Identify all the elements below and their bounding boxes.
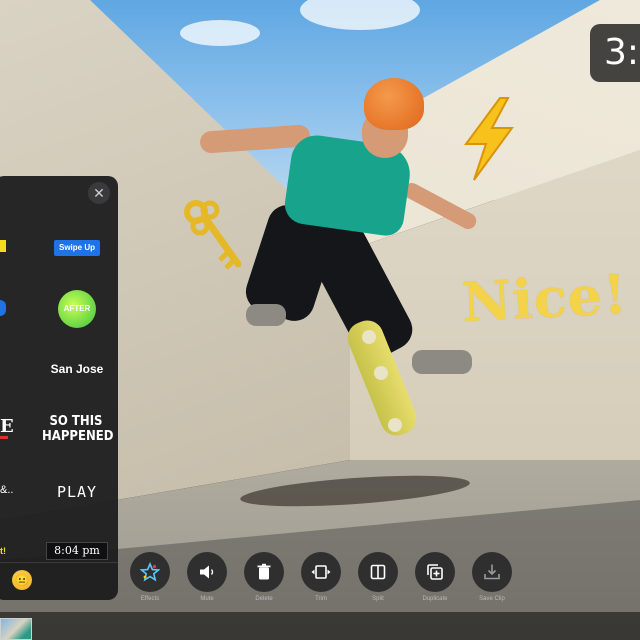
- sticker-item[interactable]: &..: [0, 484, 16, 496]
- sticker-line: HAPPENED: [42, 429, 114, 444]
- clip-thumbnail[interactable]: [0, 618, 32, 640]
- trim-button[interactable]: [301, 552, 341, 592]
- effects-button[interactable]: [130, 552, 170, 592]
- timeline-strip: [0, 612, 640, 640]
- swipe-up-sticker[interactable]: Swipe Up: [54, 240, 100, 256]
- download-icon: [484, 564, 500, 580]
- split-icon: [370, 564, 386, 580]
- cloud: [180, 20, 260, 46]
- emoji-tab-icon[interactable]: 😐: [12, 570, 32, 590]
- sticker-item[interactable]: t!: [0, 546, 10, 556]
- play-sticker[interactable]: PLAY: [52, 483, 102, 501]
- skateboard-wheel: [362, 330, 376, 344]
- duplicate-button[interactable]: [415, 552, 455, 592]
- nice-text-sticker[interactable]: Nice!: [460, 262, 633, 341]
- close-icon[interactable]: ✕: [88, 182, 110, 204]
- save-clip-label: Save Clip: [479, 596, 505, 602]
- split-label: Split: [372, 596, 384, 602]
- skateboard-wheel: [388, 418, 402, 432]
- after-sticker[interactable]: AFTER: [58, 290, 96, 328]
- trim-label: Trim: [315, 596, 327, 602]
- skater-shoe: [246, 304, 286, 326]
- trim-icon: [311, 565, 331, 579]
- mute-label: Mute: [200, 596, 214, 602]
- sticker-accent: [0, 436, 8, 439]
- duplicate-label: Duplicate: [422, 596, 448, 602]
- sticker-item[interactable]: [0, 240, 6, 252]
- split-button[interactable]: [358, 552, 398, 592]
- save-clip-button[interactable]: [472, 552, 512, 592]
- sticker-line: SO THIS: [49, 414, 103, 429]
- trash-icon: [257, 563, 271, 580]
- skateboard-wheel: [374, 366, 388, 380]
- duplicate-icon: [427, 564, 443, 580]
- delete-button[interactable]: [244, 552, 284, 592]
- lightning-bolt-sticker[interactable]: [452, 96, 524, 182]
- san-jose-sticker[interactable]: San Jose: [44, 362, 110, 376]
- effects-label: Effects: [140, 596, 160, 602]
- mute-button[interactable]: [187, 552, 227, 592]
- key-sticker[interactable]: [180, 198, 246, 274]
- time-sticker[interactable]: 8:04 pm: [46, 542, 108, 560]
- speaker-icon: [200, 565, 214, 579]
- skater-shoe: [412, 350, 472, 374]
- skater-helmet: [364, 78, 424, 130]
- sticker-item[interactable]: E: [0, 416, 14, 437]
- delete-label: Delete: [255, 596, 273, 602]
- so-this-happened-sticker[interactable]: SO THIS HAPPENED: [42, 414, 114, 444]
- star-icon: [140, 562, 160, 582]
- aspect-ratio-button[interactable]: 3:: [590, 24, 640, 82]
